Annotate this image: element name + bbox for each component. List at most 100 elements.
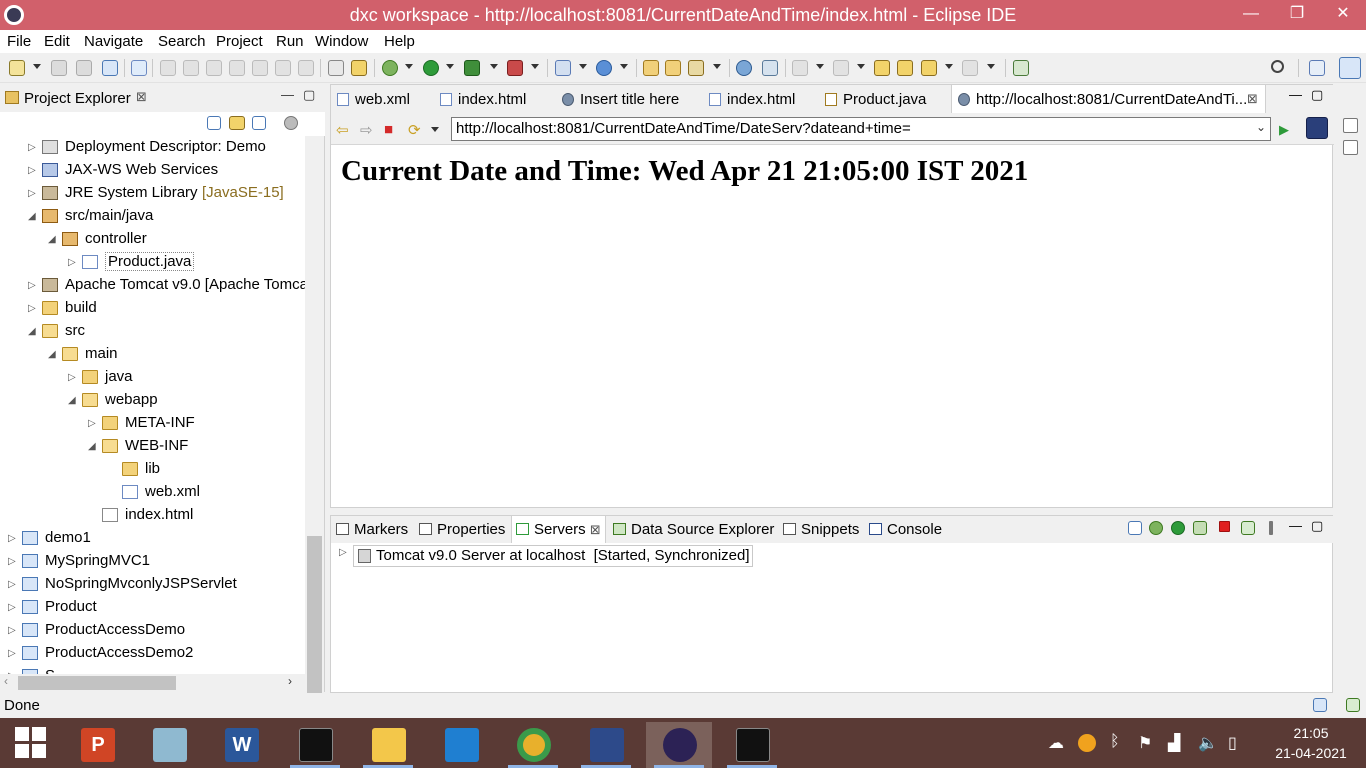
tab-console[interactable]: Console bbox=[869, 521, 942, 538]
skip-breakpoints-icon[interactable] bbox=[131, 60, 147, 76]
search-dropdown-icon[interactable] bbox=[713, 64, 721, 69]
resume-icon[interactable] bbox=[160, 60, 176, 76]
tree-expand-twisty[interactable]: ◢ bbox=[28, 205, 36, 228]
debug-icon[interactable] bbox=[382, 60, 398, 76]
tree-item[interactable]: ▷ Product bbox=[0, 596, 305, 619]
coverage-dropdown-icon[interactable] bbox=[490, 64, 498, 69]
suspend-icon[interactable] bbox=[183, 60, 199, 76]
menu-run[interactable]: Run bbox=[276, 33, 304, 50]
browser-back-icon[interactable]: ⇦ bbox=[336, 121, 349, 139]
close-tab-icon[interactable]: ⊠ bbox=[590, 522, 601, 537]
previous-annotation-icon[interactable] bbox=[833, 60, 849, 76]
command-prompt-app[interactable] bbox=[282, 722, 348, 768]
tree-item[interactable]: web.xml bbox=[0, 481, 305, 504]
tree-item[interactable]: ◢ src/main/java bbox=[0, 205, 305, 228]
tree-item[interactable]: ▷ JRE System Library [JavaSE-15] bbox=[0, 182, 305, 205]
tree-expand-twisty[interactable]: ▷ bbox=[28, 297, 36, 320]
bluetooth-icon[interactable]: ᛒ bbox=[1110, 733, 1120, 751]
tree-expand-twisty[interactable]: ▷ bbox=[68, 366, 76, 389]
terminate-icon[interactable] bbox=[206, 60, 222, 76]
tree-expand-twisty[interactable]: ◢ bbox=[88, 435, 96, 458]
view-menu-icon[interactable] bbox=[284, 116, 298, 130]
notes-app[interactable] bbox=[136, 722, 202, 768]
tree-item[interactable]: ▷ java bbox=[0, 366, 305, 389]
editor-tab[interactable]: index.html bbox=[703, 85, 819, 113]
restore-icon[interactable] bbox=[1343, 92, 1358, 106]
tree-expand-twisty[interactable]: ◢ bbox=[48, 228, 56, 251]
url-dropdown-icon[interactable]: ⌄ bbox=[1256, 120, 1266, 134]
tree-item[interactable]: ▷ META-INF bbox=[0, 412, 305, 435]
debug-dropdown-icon[interactable] bbox=[405, 64, 413, 69]
tree-item[interactable]: ▷ Apache Tomcat v9.0 [Apache Tomca bbox=[0, 274, 305, 297]
editor-tab[interactable]: http://localhost:8081/CurrentDateAndTi..… bbox=[951, 85, 1266, 113]
system-clock[interactable]: 21:05 21-04-2021 bbox=[1256, 723, 1366, 763]
step-over-icon[interactable] bbox=[275, 60, 291, 76]
eclipse-app[interactable] bbox=[646, 722, 712, 768]
tree-item[interactable]: ▷ Deployment Descriptor: Demo bbox=[0, 136, 305, 159]
editor-tab[interactable]: Product.java bbox=[819, 85, 951, 113]
tree-item[interactable]: lib bbox=[0, 458, 305, 481]
editor-tab[interactable]: web.xml bbox=[331, 85, 434, 113]
browser-refresh-icon[interactable]: ⟳ bbox=[408, 121, 421, 139]
tab-markers[interactable]: Markers bbox=[336, 521, 408, 538]
tree-item[interactable]: ▷ demo1 bbox=[0, 527, 305, 550]
task-list-icon[interactable] bbox=[1343, 140, 1358, 155]
toggle-block-selection-icon[interactable] bbox=[328, 60, 344, 76]
tree-expand-twisty[interactable]: ▷ bbox=[28, 182, 36, 205]
external-tools-icon[interactable] bbox=[507, 60, 523, 76]
minimize-editor-icon[interactable]: — bbox=[1289, 87, 1302, 102]
tree-item[interactable]: ◢ controller bbox=[0, 228, 305, 251]
onedrive-icon[interactable]: ☁ bbox=[1048, 733, 1064, 753]
browser-refresh-dropdown-icon[interactable] bbox=[431, 127, 439, 132]
view-menu-icon[interactable] bbox=[1269, 521, 1273, 535]
tab-snippets[interactable]: Snippets bbox=[783, 521, 859, 538]
update-status-icon[interactable] bbox=[1346, 698, 1360, 712]
explorer-horizontal-scrollbar[interactable]: ‹ › bbox=[0, 674, 305, 692]
menu-window[interactable]: Window bbox=[315, 33, 368, 50]
tree-expand-twisty[interactable]: ◢ bbox=[68, 389, 76, 412]
save-all-icon[interactable] bbox=[76, 60, 92, 76]
start-server-icon[interactable] bbox=[1171, 521, 1185, 535]
editor-tab[interactable]: Insert title here bbox=[556, 85, 703, 113]
outline-view-icon[interactable] bbox=[1343, 118, 1358, 133]
tab-properties[interactable]: Properties bbox=[419, 521, 505, 538]
browser-url-input[interactable]: http://localhost:8081/CurrentDateAndTime… bbox=[451, 117, 1271, 141]
last-edit-location-icon[interactable] bbox=[874, 60, 890, 76]
new-server-icon[interactable] bbox=[555, 60, 571, 76]
tree-expand-twisty[interactable]: ▷ bbox=[88, 412, 96, 435]
explorer-vertical-scrollbar[interactable]: ⌄ bbox=[305, 136, 324, 756]
tree-item[interactable]: ◢ main bbox=[0, 343, 305, 366]
maximize-button[interactable]: ❐ bbox=[1274, 0, 1320, 30]
open-console-icon[interactable] bbox=[102, 60, 118, 76]
step-return-icon[interactable] bbox=[298, 60, 314, 76]
server-entry[interactable]: Tomcat v9.0 Server at localhost [Started… bbox=[353, 545, 753, 567]
menu-project[interactable]: Project bbox=[216, 33, 263, 50]
open-type-icon[interactable] bbox=[643, 60, 659, 76]
run-dropdown-icon[interactable] bbox=[446, 64, 454, 69]
tree-item[interactable]: ◢ webapp bbox=[0, 389, 305, 412]
search-icon[interactable] bbox=[1271, 60, 1284, 73]
run-icon[interactable] bbox=[423, 60, 439, 76]
close-button[interactable]: ✕ bbox=[1320, 0, 1366, 30]
debug-server-icon[interactable] bbox=[1149, 521, 1163, 535]
wifi-icon[interactable]: ▟ bbox=[1168, 733, 1180, 753]
external-tools-dropdown-icon[interactable] bbox=[531, 64, 539, 69]
disconnect-icon[interactable] bbox=[229, 60, 245, 76]
open-external-browser-icon[interactable] bbox=[1306, 117, 1328, 139]
tree-expand-twisty[interactable]: ▷ bbox=[28, 274, 36, 297]
new-icon[interactable] bbox=[9, 60, 25, 76]
tree-item[interactable]: ▷ MySpringMVC1 bbox=[0, 550, 305, 573]
scroll-left-arrow-icon[interactable]: ‹ bbox=[4, 674, 8, 688]
chrome-app[interactable] bbox=[500, 722, 566, 768]
tree-item[interactable]: ▷ build bbox=[0, 297, 305, 320]
browser-stop-icon[interactable]: ■ bbox=[384, 121, 393, 138]
menu-file[interactable]: File bbox=[7, 33, 31, 50]
next-annotation-dropdown-icon[interactable] bbox=[816, 64, 824, 69]
tree-item[interactable]: ◢ WEB-INF bbox=[0, 435, 305, 458]
close-view-icon[interactable]: ⊠ bbox=[136, 89, 147, 105]
last-edit-forward-icon[interactable] bbox=[897, 60, 913, 76]
open-perspective-icon[interactable] bbox=[1309, 60, 1325, 76]
tree-expand-twisty[interactable]: ▷ bbox=[68, 251, 76, 274]
tree-item[interactable]: ▷ ProductAccessDemo bbox=[0, 619, 305, 642]
terminal-app[interactable] bbox=[719, 722, 785, 768]
